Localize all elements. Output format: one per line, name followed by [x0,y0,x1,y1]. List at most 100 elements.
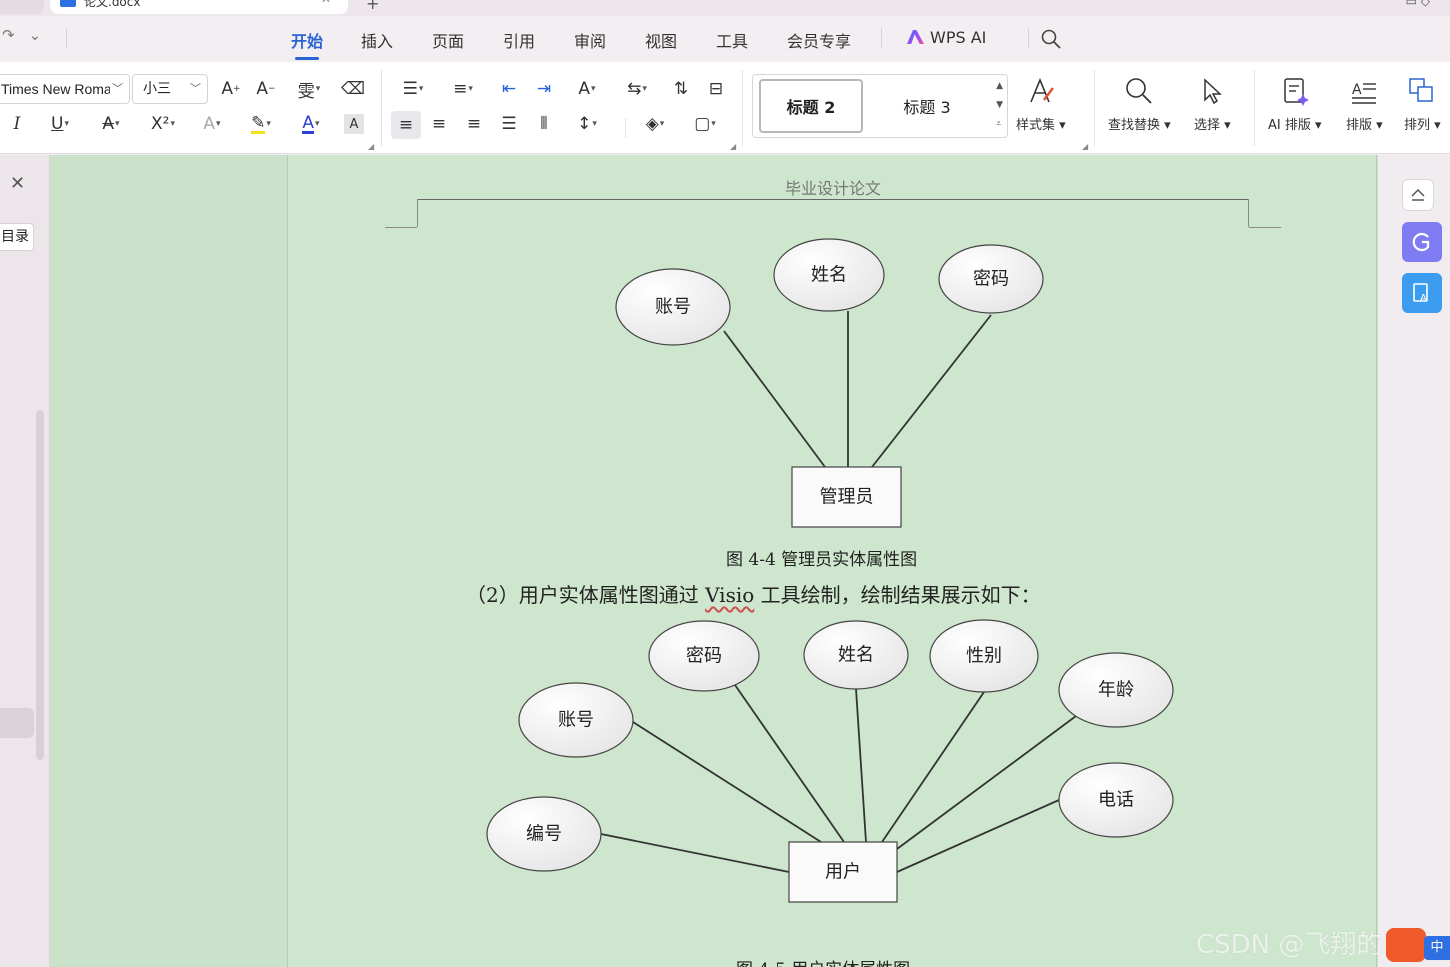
menu-references[interactable]: 引用 [503,28,535,52]
search-icon [1123,74,1155,108]
shading-icon[interactable]: ◈ ▾ [636,111,674,137]
select-button[interactable]: 选择 ▾ [1194,74,1231,133]
find-replace-button[interactable]: 查找替换 ▾ [1108,74,1171,133]
nav-scrollbar[interactable] [36,410,44,760]
text-effect-icon[interactable]: A ▾ [194,111,230,137]
close-icon[interactable]: ✕ [10,173,25,194]
increase-indent-icon[interactable]: ⇥ [531,76,557,102]
font-dialog-launcher-icon[interactable]: ◢ [368,142,374,151]
attribute-label: 编号 [526,824,562,845]
ai-layout-button[interactable]: AI 排版 ▾ [1268,74,1322,133]
document-page[interactable]: 毕业设计论文 账号 姓名 密码 管理员 账号 密码 姓名 性别 年龄 电话 编号 用户 图 4-4 … [287,155,1377,967]
spell-flagged-word[interactable]: Visio [705,583,754,607]
style-set-button[interactable]: 样式集 ▾ [1016,74,1066,133]
font-size-select[interactable]: 小三 ﹀ [132,74,208,104]
toc-button[interactable]: 目录 [0,223,34,251]
show-marks-icon[interactable]: ⊟ [703,76,729,102]
navigation-panel: ✕ 目录 [0,155,50,967]
menu-membership[interactable]: 会员专享 [787,28,851,52]
nav-selected-item[interactable] [0,708,34,738]
quick-access-toolbar: ↷ ⌄ [0,26,41,44]
more-chevron-icon[interactable]: ⌄ [29,26,42,44]
character-shading-icon[interactable]: A [344,114,364,134]
menu-separator [66,28,67,48]
attribute-label: 密码 [686,646,722,667]
chevron-down-icon[interactable]: ▼ [996,96,1003,115]
increase-font-size-icon[interactable]: A + [218,76,244,102]
select-label: 选择 ▾ [1194,118,1231,133]
borders-icon[interactable]: ▢ ▾ [686,111,724,137]
text-direction-icon[interactable]: A ▾ [568,76,606,102]
strikethrough-icon[interactable]: A ▾ [92,111,130,137]
justify-icon[interactable]: ☰ [496,111,522,137]
attribute-label: 年龄 [1098,680,1134,701]
menu-view[interactable]: 视图 [645,28,677,52]
expand-gallery-icon[interactable]: ⩡ [996,115,1003,134]
document-tab[interactable]: 论文.docx ✕ [50,0,348,14]
menu-separator [881,28,882,48]
sort-icon[interactable]: ⇅ [668,76,694,102]
align-right-icon[interactable]: ≡ [461,111,487,137]
italic-icon[interactable]: I [4,111,30,137]
arrange-button[interactable]: 排列 ▾ [1404,74,1441,133]
align-left-icon[interactable]: ≡ [391,111,421,139]
arrange-label: 排列 ▾ [1404,118,1441,133]
phonetic-guide-icon[interactable]: 雯 ▾ [290,76,328,102]
document-translate-button[interactable]: A [1402,273,1442,313]
csdn-logo-icon [1386,928,1426,962]
figure-caption-1: 图 4-4 管理员实体属性图 [726,550,918,570]
relationship-line [881,691,985,843]
ribbon-toolbar: Times New Roman ﹀ 小三 ﹀ A + A − 雯 ▾ ⌫ I U ▾ A ▾ … [0,62,1450,154]
attribute-label: 账号 [655,297,691,318]
window-controls[interactable]: ▭ ◇ [1406,0,1430,8]
clear-format-icon[interactable]: ⌫ [340,76,366,102]
numbered-list-icon[interactable]: ≡ ▾ [444,76,482,102]
superscript-icon[interactable]: X² ▾ [144,111,182,137]
ai-layout-icon [1279,74,1311,108]
redo-icon[interactable]: ↷ [2,26,15,44]
ime-indicator[interactable]: 中 [1424,936,1450,960]
attribute-label: 电话 [1098,790,1134,811]
menu-insert[interactable]: 插入 [361,28,393,52]
style-heading-2[interactable]: 标题 2 [759,79,863,133]
style-gallery: 标题 2 标题 3 ▲ ▼ ⩡ [752,74,1008,138]
wps-ai-label: WPS AI [930,28,987,47]
previous-tab[interactable] [0,0,44,14]
collapse-icon [1411,188,1425,201]
paragraph-text: （2）用户实体属性图通过 [466,583,706,607]
entity-label: 用户 [825,862,861,883]
highlight-color-icon[interactable]: ✎ ▾ [242,111,280,137]
decrease-indent-icon[interactable]: ⇤ [496,76,522,102]
line-spacing-icon[interactable]: ↕ ▾ [568,111,606,137]
style-heading-3[interactable]: 标题 3 [875,79,979,133]
align-center-icon[interactable]: ≡ [426,111,452,137]
close-tab-icon[interactable]: ✕ [321,0,331,6]
ribbon-separator [625,118,626,138]
menu-wps-ai[interactable]: WPS AI [907,28,986,47]
underline-icon[interactable]: U ▾ [42,111,78,137]
bullet-list-icon[interactable]: ☰ ▾ [394,76,432,102]
distribute-icon[interactable]: ⫴ [531,111,557,137]
attribute-label: 性别 [966,646,1002,667]
gallery-scroll[interactable]: ▲ ▼ ⩡ [996,77,1003,134]
ribbon-separator [1254,70,1255,146]
decrease-font-size-icon[interactable]: A − [253,76,279,102]
font-name-select[interactable]: Times New Roman ﹀ [0,74,130,104]
menu-page[interactable]: 页面 [432,28,464,52]
layout-button[interactable]: A 排版 ▾ [1346,74,1383,133]
new-tab-icon[interactable]: + [366,0,379,13]
styles-launcher-icon[interactable]: ◢ [1082,142,1088,151]
font-name-value: Times New Roman [1,81,120,97]
font-color-icon[interactable]: A ▾ [292,111,330,137]
ai-assistant-button[interactable] [1402,222,1442,262]
menu-tools[interactable]: 工具 [716,28,748,52]
chinese-layout-icon[interactable]: ⇆ ▾ [618,76,656,102]
paragraph-dialog-launcher-icon[interactable]: ◢ [730,142,736,151]
document-icon [60,0,76,7]
attribute-label: 账号 [558,710,594,731]
menu-home[interactable]: 开始 [291,28,323,60]
menu-review[interactable]: 审阅 [574,28,606,52]
chevron-up-icon[interactable]: ▲ [996,77,1003,96]
search-icon[interactable] [1040,28,1062,50]
collapse-ribbon-button[interactable] [1402,179,1434,211]
